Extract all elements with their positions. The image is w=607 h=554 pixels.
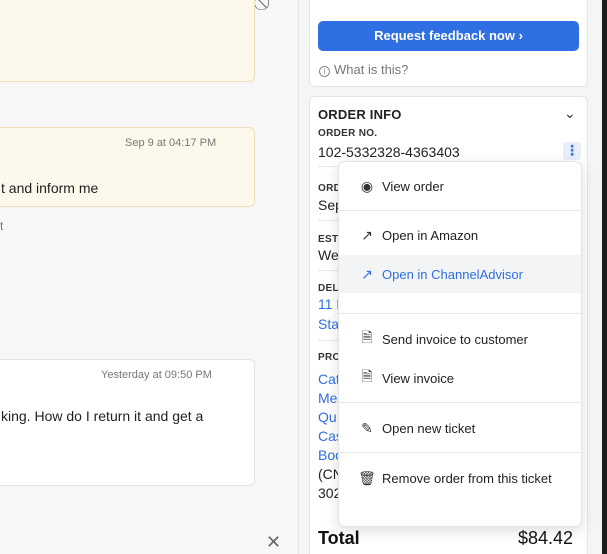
message-timestamp: Sep 9 at 04:17 PM	[125, 137, 217, 149]
product-link[interactable]: Me	[318, 390, 337, 406]
menu-item-open-in-channeladvisor[interactable]: ↗ Open in ChannelAdvisor	[339, 255, 581, 293]
order-info-title: ORDER INFO	[318, 107, 402, 122]
menu-divider	[339, 313, 581, 314]
menu-item-label: Remove order from this ticket	[382, 470, 552, 486]
feedback-card: Request feedback now › i What is this?	[309, 0, 588, 87]
menu-item-open-in-amazon[interactable]: ↗ Open in Amazon	[339, 216, 581, 254]
conversation-pane: ⓩ ⤲ LE @ ☆ ⚠ ⃠ Sep 9 at 04:17 PM t and i…	[0, 0, 298, 554]
internal-note: Sep 9 at 04:17 PM t and inform me	[0, 127, 255, 207]
chevron-down-icon[interactable]: ⌄	[564, 105, 576, 122]
message-fragment: t	[0, 219, 4, 233]
menu-divider	[339, 402, 581, 403]
invoice-icon: 🗎	[361, 329, 373, 345]
menu-item-open-new-ticket[interactable]: ✎ Open new ticket	[339, 409, 581, 447]
message-timestamp: Yesterday at 09:50 PM	[101, 369, 212, 381]
customer-message: Yesterday at 09:50 PM king. How do I ret…	[0, 359, 255, 486]
product-link[interactable]: Qu	[318, 409, 337, 425]
total-value: $84.42	[518, 528, 574, 548]
message-text: king. How do I return it and get a	[1, 408, 204, 424]
pencil-icon: ✎	[361, 419, 373, 436]
external-link-icon: ↗	[361, 226, 373, 243]
request-feedback-button[interactable]: Request feedback now ›	[318, 21, 579, 51]
menu-item-label: Open in ChannelAdvisor	[382, 266, 523, 282]
menu-item-label: Open in Amazon	[382, 227, 479, 243]
what-is-this-link[interactable]: i What is this?	[319, 62, 408, 77]
delivery-label: DEL	[318, 283, 339, 294]
menu-item-view-order[interactable]: ◉ View order	[339, 167, 581, 205]
order-no-label: ORDER NO.	[318, 128, 378, 139]
total-label: Total	[318, 528, 360, 548]
more-options-icon[interactable]: ⋮	[563, 142, 581, 160]
info-icon: i	[319, 66, 330, 77]
menu-item-label: View order	[382, 178, 444, 194]
external-link-icon: ↗	[361, 265, 373, 282]
invoice-icon: 🗎	[361, 368, 373, 384]
what-is-this-label: What is this?	[334, 62, 409, 77]
message-text: t and inform me	[1, 180, 99, 196]
delivery-address-link[interactable]: Sta	[318, 316, 339, 332]
menu-item-view-invoice[interactable]: 🗎 View invoice	[339, 359, 581, 397]
estimated-value: We	[318, 247, 339, 263]
order-actions-menu: ◉ View order ↗ Open in Amazon ↗ Open in …	[338, 161, 582, 527]
window-edge	[602, 0, 607, 554]
menu-item-label: Send invoice to customer	[382, 331, 528, 347]
menu-item-send-invoice[interactable]: 🗎 Send invoice to customer	[339, 320, 581, 358]
close-icon[interactable]: ✕	[266, 533, 281, 551]
menu-item-remove-order[interactable]: 🗑 Remove order from this ticket	[339, 459, 581, 497]
internal-note	[0, 0, 255, 82]
product-link[interactable]: Cat	[318, 371, 340, 387]
trash-icon: 🗑	[358, 469, 376, 486]
menu-item-label: Open new ticket	[382, 420, 476, 436]
menu-divider	[339, 210, 581, 211]
block-icon[interactable]: ⃠	[256, 0, 274, 12]
menu-divider	[339, 452, 581, 453]
order-no-value: 102-5332328-4363403	[318, 144, 460, 160]
menu-item-label: View invoice	[382, 370, 455, 386]
estimated-label: EST	[318, 234, 339, 245]
eye-icon: ◉	[360, 177, 374, 194]
